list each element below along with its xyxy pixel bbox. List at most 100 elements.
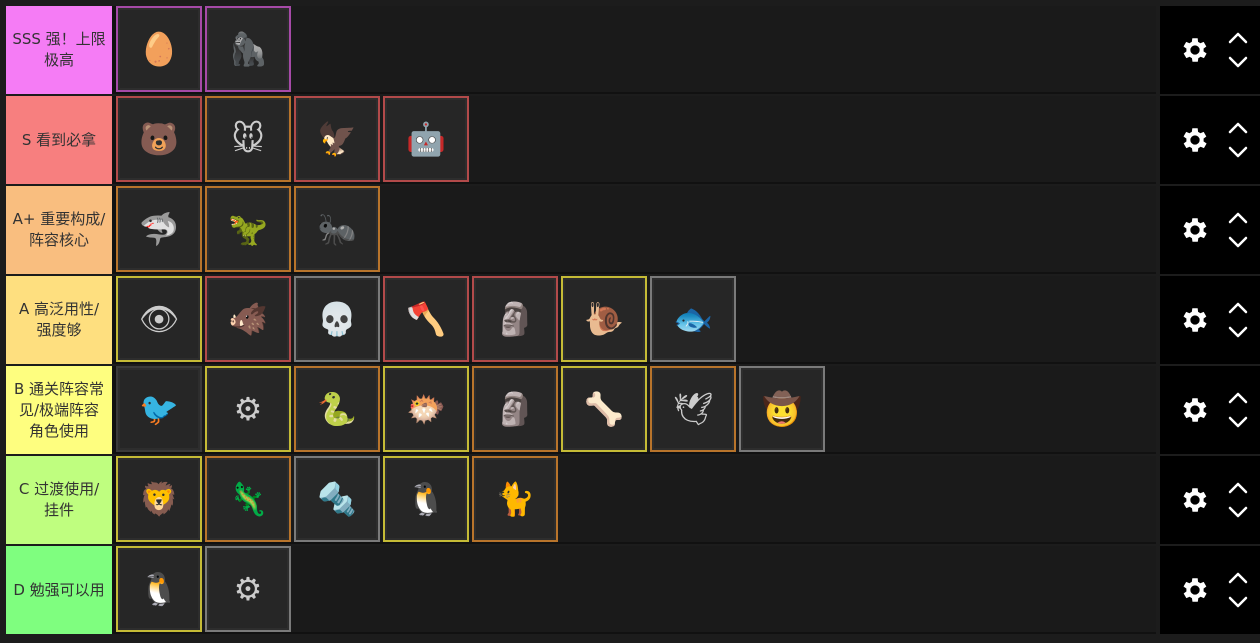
tier-controls [1160,96,1260,184]
skeleton-cat-icon: 💀 [298,280,376,358]
character-tile[interactable]: 🗿 [472,276,558,362]
character-tile[interactable]: 🐜 [294,186,380,272]
chevron-up-icon[interactable] [1228,212,1248,224]
stone-lion-icon: 🦁 [120,460,198,538]
character-tile[interactable]: 🐍 [294,366,380,452]
character-tile[interactable]: 🐭 [205,96,291,182]
character-tile[interactable]: 🦈 [116,186,202,272]
grey-shark-icon: 🦈 [120,190,198,268]
dark-helmet-fish-icon: 🐡 [387,370,465,448]
ring-serpent-icon: 🐍 [298,370,376,448]
tier-label-text: SSS 强！上限极高 [12,30,106,69]
stone-golem-icon: 🗿 [476,280,554,358]
tier-label-text: B 通关阵容常见/极端阵容角色使用 [13,379,105,440]
tier-items-area[interactable]: 👁 🐗 💀 🪓 🗿 🐌 🐟 [116,276,1156,364]
chevron-up-icon[interactable] [1228,32,1248,44]
gear-icon[interactable] [1178,393,1212,427]
chevron-down-icon[interactable] [1228,56,1248,68]
tier-label-text: S 看到必拿 [21,130,97,149]
tier-items-area[interactable]: 🦁 🦎 🔩 🐧 🐈 [116,456,1156,544]
drill-cone-robot-icon: 🔩 [298,460,376,538]
character-tile[interactable]: 🐟 [650,276,736,362]
tier-items-area[interactable]: 🐧 ⚙ [116,546,1156,634]
chevron-down-icon[interactable] [1228,236,1248,248]
tier-items-area[interactable]: 🦈 🦖 🐜 [116,186,1156,274]
character-tile[interactable]: 🦅 [294,96,380,182]
tier-label-text: A+ 重要构成/阵容核心 [12,210,106,249]
character-tile[interactable]: 🤖 [383,96,469,182]
cowboy-hat-man-icon: 🤠 [743,370,821,448]
gear-icon[interactable] [1178,33,1212,67]
tier-row: A 高泛用性/强度够 👁 🐗 💀 🪓 🗿 🐌 🐟 [6,276,1260,364]
chevron-down-icon[interactable] [1228,416,1248,428]
chevron-down-icon[interactable] [1228,326,1248,338]
character-tile[interactable]: 🥚 [116,6,202,92]
tier-controls [1160,186,1260,274]
skeleton-dog-icon: 🦴 [565,370,643,448]
gear-icon[interactable] [1178,573,1212,607]
tier-label-text: A 高泛用性/强度够 [18,300,100,339]
character-tile[interactable]: 🐌 [561,276,647,362]
tier-controls [1160,456,1260,544]
chevron-down-icon[interactable] [1228,596,1248,608]
tier-row: C 过渡使用/挂件 🦁 🦎 🔩 🐧 🐈 [6,456,1260,544]
character-tile[interactable]: 🤠 [739,366,825,452]
golden-armor-robot-icon: 🤖 [387,100,465,178]
tier-label[interactable]: SSS 强！上限极高 [6,6,116,94]
character-tile[interactable]: ⚙ [205,366,291,452]
character-tile[interactable]: 🕊 [650,366,736,452]
tier-controls [1160,366,1260,454]
character-tile[interactable]: 🐈 [472,456,558,542]
character-tile[interactable]: 🦁 [116,456,202,542]
tier-items-area[interactable]: 🐻 🐭 🦅 🤖 [116,96,1156,184]
anteater-icon: 🐜 [298,190,376,268]
tier-items-area[interactable]: 🐦 ⚙ 🐍 🐡 🗿 🦴 🕊 🤠 [116,366,1156,454]
chevron-up-icon[interactable] [1228,482,1248,494]
gear-icon[interactable] [1178,483,1212,517]
chevron-up-icon[interactable] [1228,122,1248,134]
character-tile[interactable]: 🐦 [116,366,202,452]
chevron-up-icon[interactable] [1228,302,1248,314]
character-tile[interactable]: 🦍 [205,6,291,92]
chevron-down-icon[interactable] [1228,146,1248,158]
character-tile[interactable]: 🪓 [383,276,469,362]
character-tile[interactable]: 🐡 [383,366,469,452]
tier-row: B 通关阵容常见/极端阵容角色使用 🐦 ⚙ 🐍 🐡 🗿 🦴 🕊 🤠 [6,366,1260,454]
white-bird-icon: 🕊 [654,370,732,448]
crowned-penguin-icon: 🐧 [120,550,198,628]
character-tile[interactable]: 🔩 [294,456,380,542]
chevron-up-icon[interactable] [1228,572,1248,584]
gear-icon[interactable] [1178,123,1212,157]
tier-items-area[interactable]: 🥚 🦍 [116,6,1156,94]
gear-icon[interactable] [1178,303,1212,337]
tier-label[interactable]: S 看到必拿 [6,96,116,184]
small-bird-icon: 🐦 [120,370,198,448]
teal-machine-icon: ⚙ [209,370,287,448]
character-tile[interactable]: 💀 [294,276,380,362]
character-tile[interactable]: 🐗 [205,276,291,362]
tier-label[interactable]: C 过渡使用/挂件 [6,456,116,544]
character-tile[interactable]: 🦴 [561,366,647,452]
character-tile[interactable]: 🗿 [472,366,558,452]
character-tile[interactable]: 👁 [116,276,202,362]
character-tile[interactable]: 🐧 [383,456,469,542]
character-tile[interactable]: 🐧 [116,546,202,632]
character-tile[interactable]: ⚙ [205,546,291,632]
gear-icon[interactable] [1178,213,1212,247]
character-tile[interactable]: 🦎 [205,456,291,542]
chevron-up-icon[interactable] [1228,392,1248,404]
tier-label[interactable]: B 通关阵容常见/极端阵容角色使用 [6,366,116,454]
red-egg-pod-icon: 🥚 [120,10,198,88]
axe-red-ape-icon: 🪓 [387,280,465,358]
tier-label[interactable]: D 勉强可以用 [6,546,116,634]
white-yeti-robot-icon: 🦍 [209,10,287,88]
red-eye-drone-icon: 👁 [120,280,198,358]
tier-label[interactable]: A+ 重要构成/阵容核心 [6,186,116,274]
tier-row: SSS 强！上限极高 🥚 🦍 [6,6,1260,94]
pink-salamander-icon: 🦎 [209,460,287,538]
green-pterodactyl-icon: 🦖 [209,190,287,268]
tier-label[interactable]: A 高泛用性/强度够 [6,276,116,364]
chevron-down-icon[interactable] [1228,506,1248,518]
character-tile[interactable]: 🐻 [116,96,202,182]
character-tile[interactable]: 🦖 [205,186,291,272]
